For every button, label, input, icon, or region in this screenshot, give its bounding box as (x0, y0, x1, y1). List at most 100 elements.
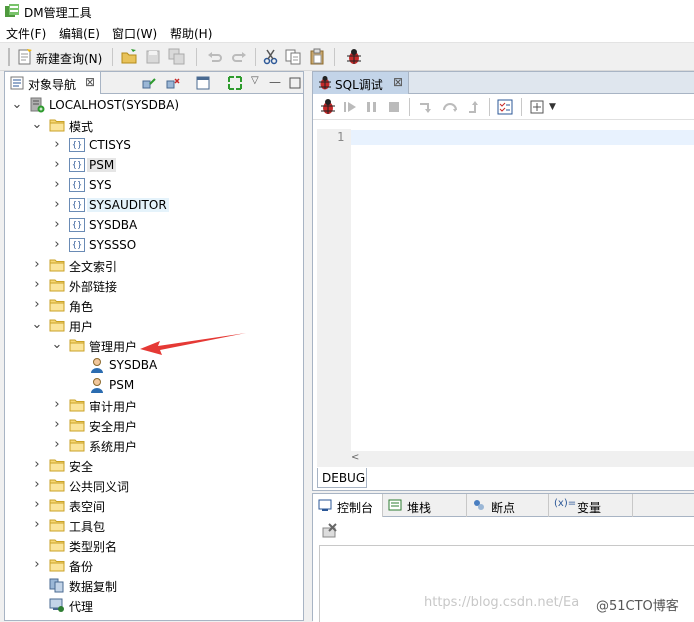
new-query-icon[interactable] (16, 48, 34, 66)
tree-node-data-replication[interactable]: 数据复制 (5, 575, 303, 595)
tree-node-security[interactable]: › 安全 (5, 455, 303, 475)
step-into-icon[interactable] (417, 98, 435, 116)
open-folder-icon[interactable] (120, 48, 138, 66)
save-icon[interactable] (144, 48, 162, 66)
expand-all-icon[interactable] (227, 75, 243, 91)
tree-node-label: 安全用户 (89, 420, 138, 434)
tree-node-user-account[interactable]: SYSDBA (5, 355, 303, 375)
tree-node-agent[interactable]: 代理 (5, 595, 303, 615)
chevron-right-icon[interactable]: › (31, 458, 43, 471)
tree-node-package[interactable]: › 工具包 (5, 515, 303, 535)
add-window-icon[interactable] (529, 98, 547, 116)
tab-variable[interactable]: (x)= 变量 (549, 494, 633, 517)
checklist-icon[interactable] (496, 98, 514, 116)
tab-stack[interactable]: 堆栈 (383, 494, 467, 517)
chevron-right-icon[interactable]: › (51, 418, 63, 431)
tab-debug[interactable]: DEBUG (317, 468, 367, 488)
chevron-right-icon[interactable]: › (31, 258, 43, 271)
tree-node-label: 表空间 (69, 500, 106, 514)
tree-node-schema[interactable]: › {} SYSDBA (5, 215, 303, 235)
chevron-down-icon[interactable]: ⌄ (51, 338, 63, 351)
tab-sql-debug-label: SQL调试 (335, 78, 383, 92)
chevron-right-icon[interactable]: › (51, 218, 63, 231)
chevron-down-icon[interactable]: ⌄ (31, 318, 43, 331)
tree-node-schemas[interactable]: ⌄ 模式 (5, 115, 303, 135)
clear-console-icon[interactable] (321, 522, 339, 540)
copy-icon[interactable] (284, 48, 302, 66)
tree-node-user-account[interactable]: PSM (5, 375, 303, 395)
tree-node-admin-user[interactable]: ⌄ 管理用户 (5, 335, 303, 355)
chevron-right-icon[interactable]: › (31, 298, 43, 311)
close-icon[interactable]: ⊠ (393, 75, 403, 89)
horizontal-scrollbar[interactable]: < (317, 451, 694, 467)
tree-node-audit-user[interactable]: › 审计用户 (5, 395, 303, 415)
tree-node-type-alias[interactable]: 类型别名 (5, 535, 303, 555)
menu-window[interactable]: 窗口(W) (112, 25, 157, 42)
tree-node-schema[interactable]: › {} SYSSSO (5, 235, 303, 255)
debug-bug-icon[interactable] (345, 48, 363, 66)
tree-node-schema[interactable]: › {} CTISYS (5, 135, 303, 155)
folder-icon (69, 417, 85, 433)
chevron-right-icon[interactable]: › (51, 438, 63, 451)
chevron-down-icon[interactable]: ▼ (549, 102, 567, 120)
tree-node-schema[interactable]: › {} SYSAUDITOR (5, 195, 303, 215)
stop-icon[interactable] (385, 98, 403, 116)
tree-node-security-user[interactable]: › 安全用户 (5, 415, 303, 435)
tree-root-localhost[interactable]: ⌄ LOCALHOST(SYSDBA) (5, 95, 303, 115)
chevron-right-icon[interactable]: › (31, 518, 43, 531)
tab-object-navigator[interactable]: 对象导航 ⊠ (5, 72, 101, 94)
chevron-right-icon[interactable]: › (51, 398, 63, 411)
scroll-left-icon[interactable]: < (351, 452, 359, 463)
sql-editor[interactable]: 1 (317, 129, 694, 451)
tab-sql-debug[interactable]: SQL调试 ⊠ (313, 72, 409, 94)
maximize-icon[interactable] (287, 75, 303, 91)
tab-breakpoint[interactable]: 断点 (467, 494, 549, 517)
app-icon (5, 4, 19, 17)
tree-node-system-user[interactable]: › 系统用户 (5, 435, 303, 455)
chevron-right-icon[interactable]: › (51, 238, 63, 251)
close-icon[interactable]: ⊠ (85, 75, 95, 89)
tab-breakpoint-label: 断点 (491, 501, 516, 515)
tree-node-schema[interactable]: › {} SYS (5, 175, 303, 195)
chevron-right-icon[interactable]: › (51, 138, 63, 151)
tree-node-fulltext-index[interactable]: › 全文索引 (5, 255, 303, 275)
toolbar-separator (409, 98, 410, 116)
save-all-icon[interactable] (168, 48, 186, 66)
refresh-window-icon[interactable] (195, 75, 211, 91)
undo-icon[interactable] (206, 48, 224, 66)
menu-edit[interactable]: 编辑(E) (59, 25, 100, 42)
resume-icon[interactable] (341, 98, 359, 116)
tree-node-role[interactable]: › 角色 (5, 295, 303, 315)
tree-node-tablespace[interactable]: › 表空间 (5, 495, 303, 515)
tab-console[interactable]: 控制台 (313, 494, 383, 517)
menu-help[interactable]: 帮助(H) (170, 25, 212, 42)
tree-node-schema[interactable]: › {} PSM (5, 155, 303, 175)
minimize-icon[interactable]: — (269, 75, 285, 91)
tree-node-user[interactable]: ⌄ 用户 (5, 315, 303, 335)
new-query-button[interactable]: 新建查询(N) (36, 50, 102, 67)
tree-node-public-synonym[interactable]: › 公共同义词 (5, 475, 303, 495)
view-menu-icon[interactable]: ▽ (251, 75, 267, 91)
tree-node-backup[interactable]: › 备份 (5, 555, 303, 575)
chevron-right-icon[interactable]: › (31, 478, 43, 491)
chevron-right-icon[interactable]: › (31, 278, 43, 291)
chevron-right-icon[interactable]: › (31, 558, 43, 571)
step-over-icon[interactable] (441, 98, 459, 116)
disconnect-icon[interactable] (165, 75, 181, 91)
tree-node-external-link[interactable]: › 外部链接 (5, 275, 303, 295)
step-return-icon[interactable] (465, 98, 483, 116)
chevron-right-icon[interactable]: › (51, 178, 63, 191)
cut-icon[interactable] (262, 48, 280, 66)
chevron-right-icon[interactable]: › (31, 498, 43, 511)
chevron-right-icon[interactable]: › (51, 198, 63, 211)
connect-icon[interactable] (141, 75, 157, 91)
menu-file[interactable]: 文件(F) (6, 25, 46, 42)
variable-icon: (x)= (554, 498, 577, 509)
debug-bug-icon[interactable] (319, 98, 337, 116)
redo-icon[interactable] (230, 48, 248, 66)
pause-icon[interactable] (363, 98, 381, 116)
chevron-right-icon[interactable]: › (51, 158, 63, 171)
chevron-down-icon[interactable]: ⌄ (11, 98, 23, 111)
paste-icon[interactable] (308, 48, 326, 66)
chevron-down-icon[interactable]: ⌄ (31, 118, 43, 131)
